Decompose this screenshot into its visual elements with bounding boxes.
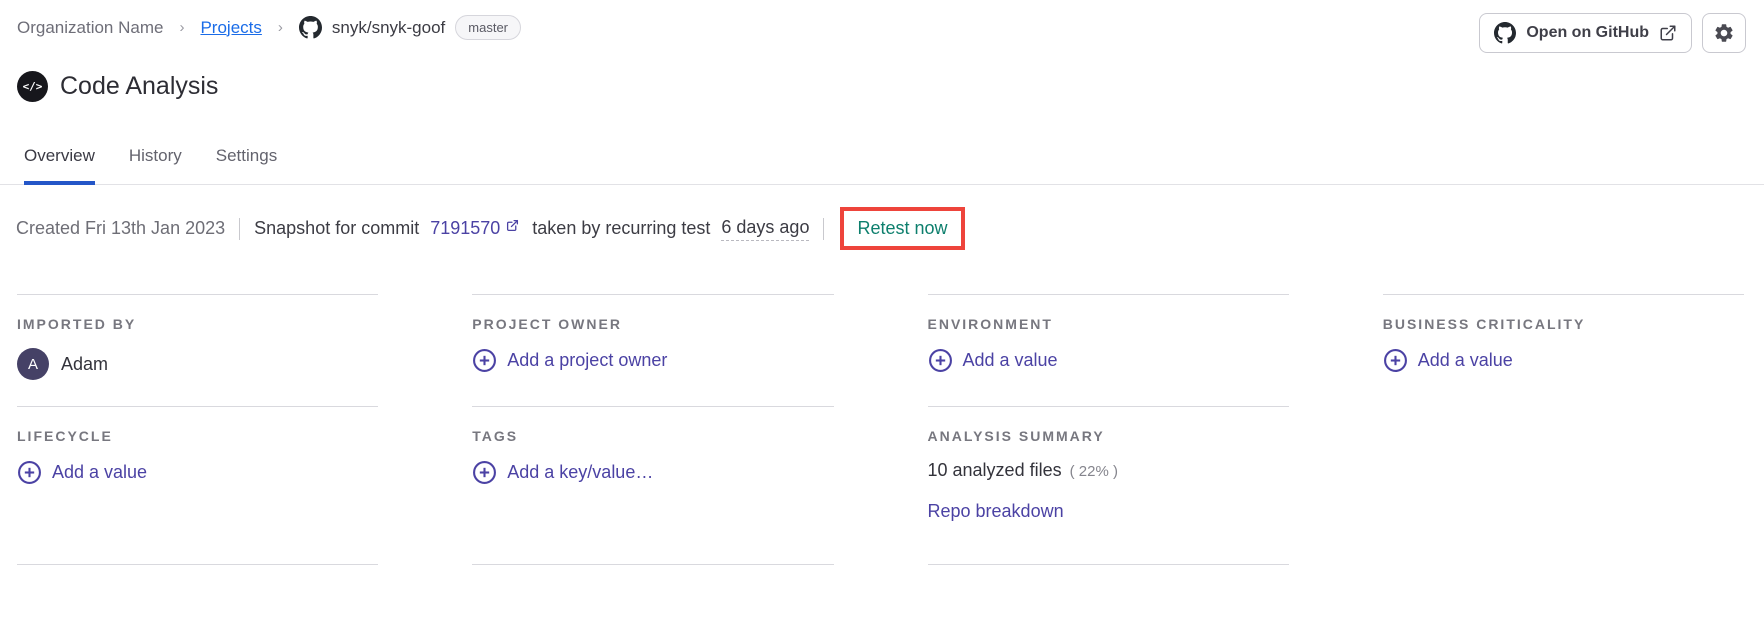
plus-circle-icon [928, 348, 953, 373]
field-label: LIFECYCLE [17, 428, 113, 444]
open-on-github-button[interactable]: Open on GitHub [1479, 13, 1692, 53]
bottom-divider [17, 564, 379, 586]
field-environment: ENVIRONMENT Add a value [927, 294, 1289, 406]
code-icon: </> [17, 71, 48, 102]
empty-cell [1383, 406, 1744, 564]
repo-breakdown-link[interactable]: Repo breakdown [928, 501, 1064, 522]
add-tag-label: Add a key/value… [507, 462, 654, 482]
tab-history[interactable]: History [129, 138, 182, 185]
github-icon [1494, 22, 1517, 44]
add-lifecycle-button[interactable]: Add a value [17, 460, 378, 485]
snapshot-prefix: Snapshot for commit [254, 218, 425, 238]
field-label: IMPORTED BY [17, 316, 137, 332]
retest-now-link[interactable]: Retest now [857, 218, 947, 238]
field-analysis-summary: ANALYSIS SUMMARY 10 analyzed files ( 22%… [927, 406, 1289, 564]
chevron-right-icon: › [179, 19, 185, 36]
field-lifecycle: LIFECYCLE Add a value [17, 406, 379, 564]
imported-by-name: Adam [61, 353, 109, 374]
field-business-criticality: BUSINESS CRITICALITY Add a value [1382, 294, 1744, 406]
github-icon [298, 16, 322, 39]
bottom-divider [472, 564, 834, 586]
field-label: ANALYSIS SUMMARY [927, 428, 1105, 444]
plus-circle-icon [472, 348, 497, 373]
avatar: A [17, 348, 49, 380]
add-project-owner-label: Add a project owner [507, 350, 668, 370]
add-environment-button[interactable]: Add a value [928, 348, 1289, 373]
add-lifecycle-label: Add a value [52, 462, 148, 482]
breadcrumb-org: Organization Name [17, 17, 164, 37]
field-label: PROJECT OWNER [472, 316, 622, 332]
branch-badge: master [455, 15, 522, 40]
analyzed-files-count: 10 analyzed files [927, 460, 1062, 480]
created-date: Created Fri 13th Jan 2023 [16, 218, 226, 238]
gear-icon [1713, 22, 1735, 44]
header: Organization Name › Projects › snyk/snyk… [0, 0, 1764, 53]
tab-bar: Overview History Settings [0, 138, 1764, 185]
field-label: BUSINESS CRITICALITY [1382, 316, 1586, 332]
page-title: Code Analysis [60, 72, 219, 100]
open-on-github-label: Open on GitHub [1526, 24, 1649, 41]
header-actions: Open on GitHub [1479, 13, 1746, 53]
field-tags: TAGS Add a key/value… [472, 406, 834, 564]
chevron-right-icon: › [277, 19, 283, 36]
add-project-owner-button[interactable]: Add a project owner [472, 348, 833, 373]
field-project-owner: PROJECT OWNER Add a project owner [472, 294, 834, 406]
add-environment-label: Add a value [962, 350, 1058, 370]
annotation-highlight-box: Retest now [840, 207, 965, 250]
add-business-criticality-button[interactable]: Add a value [1383, 348, 1744, 373]
empty-cell [1383, 564, 1744, 586]
field-label: ENVIRONMENT [927, 316, 1053, 332]
external-link-icon [506, 219, 519, 232]
breadcrumb-repo-name: snyk/snyk-goof [331, 17, 446, 37]
plus-circle-icon [1383, 348, 1408, 373]
add-tag-button[interactable]: Add a key/value… [472, 460, 833, 485]
project-settings-button[interactable] [1702, 13, 1746, 53]
time-ago: 6 days ago [721, 217, 810, 241]
commit-link[interactable]: 7191570 [430, 218, 500, 239]
plus-circle-icon [17, 460, 42, 485]
breadcrumb-repo: snyk/snyk-goof master [298, 15, 522, 40]
field-imported-by: IMPORTED BY A Adam [17, 294, 379, 406]
bottom-divider [927, 564, 1289, 586]
breadcrumb: Organization Name › Projects › snyk/snyk… [17, 13, 522, 40]
snapshot-middle: taken by recurring test [527, 218, 716, 238]
project-attributes-grid: IMPORTED BY A Adam PROJECT OWNER Add a p… [17, 294, 1744, 586]
add-business-criticality-label: Add a value [1417, 350, 1513, 370]
divider [239, 217, 241, 240]
breadcrumb-projects-link[interactable]: Projects [200, 18, 261, 38]
snapshot-meta-row: Created Fri 13th Jan 2023 Snapshot for c… [16, 207, 1764, 250]
field-label: TAGS [472, 428, 519, 444]
plus-circle-icon [472, 460, 497, 485]
snapshot-info: Snapshot for commit 7191570 taken by rec… [254, 217, 810, 241]
analyzed-files-percent: ( 22% ) [1069, 463, 1118, 480]
tab-settings[interactable]: Settings [216, 138, 277, 185]
tab-overview[interactable]: Overview [24, 138, 95, 185]
page-title-row: </> Code Analysis [0, 53, 1764, 102]
external-link-icon [1659, 24, 1677, 42]
divider [823, 217, 825, 240]
